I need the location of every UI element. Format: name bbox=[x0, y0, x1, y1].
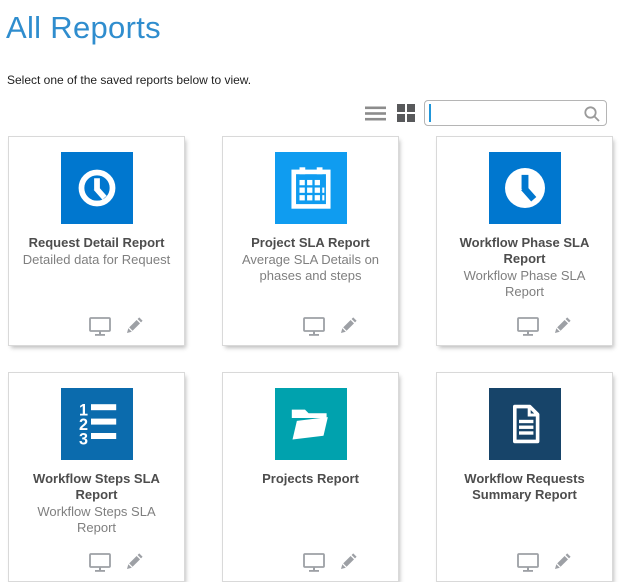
monitor-icon bbox=[301, 315, 327, 337]
grid-view-icon[interactable] bbox=[396, 103, 416, 123]
clock-solid-icon bbox=[500, 163, 550, 213]
page-subtitle: Select one of the saved reports below to… bbox=[7, 73, 628, 87]
pencil-icon bbox=[551, 551, 573, 573]
card-actions bbox=[437, 315, 612, 337]
report-title: Workflow Phase SLA Report bbox=[450, 235, 599, 267]
pencil-icon bbox=[123, 551, 145, 573]
report-subtitle: Average SLA Details on phases and steps bbox=[233, 252, 388, 284]
report-title: Projects Report bbox=[236, 471, 385, 487]
pencil-icon bbox=[337, 551, 359, 573]
svg-text:3: 3 bbox=[79, 430, 88, 448]
report-card[interactable]: Request Detail Report Detailed data for … bbox=[8, 136, 185, 346]
pencil-icon bbox=[551, 315, 573, 337]
toolbar bbox=[0, 100, 607, 126]
view-report-icon[interactable] bbox=[301, 551, 327, 573]
document-icon bbox=[501, 400, 549, 448]
edit-report-icon[interactable] bbox=[337, 551, 359, 573]
edit-report-icon[interactable] bbox=[551, 315, 573, 337]
view-report-icon[interactable] bbox=[515, 551, 541, 573]
view-report-icon[interactable] bbox=[87, 551, 113, 573]
calendar-icon bbox=[288, 165, 334, 211]
edit-report-icon[interactable] bbox=[337, 315, 359, 337]
view-report-icon[interactable] bbox=[301, 315, 327, 337]
reports-grid: Request Detail Report Detailed data for … bbox=[8, 136, 628, 582]
text-caret bbox=[429, 104, 431, 122]
report-card[interactable]: Projects Report bbox=[222, 372, 399, 582]
report-card[interactable]: Project SLA Report Average SLA Details o… bbox=[222, 136, 399, 346]
report-subtitle: Workflow Phase SLA Report bbox=[447, 268, 602, 300]
pencil-icon bbox=[123, 315, 145, 337]
monitor-icon bbox=[301, 551, 327, 573]
report-title: Project SLA Report bbox=[236, 235, 385, 251]
view-toggle bbox=[364, 103, 416, 123]
report-card[interactable]: Workflow Requests Summary Report bbox=[436, 372, 613, 582]
report-card[interactable]: 123 Workflow Steps SLA Report Workflow S… bbox=[8, 372, 185, 582]
card-actions bbox=[9, 551, 184, 573]
report-title: Workflow Steps SLA Report bbox=[22, 471, 171, 503]
card-actions bbox=[437, 551, 612, 573]
search-input[interactable] bbox=[425, 101, 606, 125]
edit-report-icon[interactable] bbox=[551, 551, 573, 573]
list-view-icon[interactable] bbox=[364, 104, 387, 123]
report-title: Request Detail Report bbox=[22, 235, 171, 251]
page-title: All Reports bbox=[6, 10, 628, 46]
monitor-icon bbox=[515, 551, 541, 573]
folder-open-icon bbox=[287, 400, 335, 448]
view-report-icon[interactable] bbox=[87, 315, 113, 337]
monitor-icon bbox=[515, 315, 541, 337]
edit-report-icon[interactable] bbox=[123, 315, 145, 337]
report-subtitle: Workflow Steps SLA Report bbox=[19, 504, 174, 536]
view-report-icon[interactable] bbox=[515, 315, 541, 337]
card-actions bbox=[9, 315, 184, 337]
report-card[interactable]: Workflow Phase SLA Report Workflow Phase… bbox=[436, 136, 613, 346]
edit-report-icon[interactable] bbox=[123, 551, 145, 573]
monitor-icon bbox=[87, 551, 113, 573]
numbered-list-icon: 123 bbox=[73, 400, 121, 448]
card-actions bbox=[223, 551, 398, 573]
monitor-icon bbox=[87, 315, 113, 337]
report-subtitle: Detailed data for Request bbox=[19, 252, 174, 268]
pencil-icon bbox=[337, 315, 359, 337]
search-box bbox=[424, 100, 607, 126]
report-title: Workflow Requests Summary Report bbox=[450, 471, 599, 503]
clock-outline-icon bbox=[74, 165, 120, 211]
card-actions bbox=[223, 315, 398, 337]
